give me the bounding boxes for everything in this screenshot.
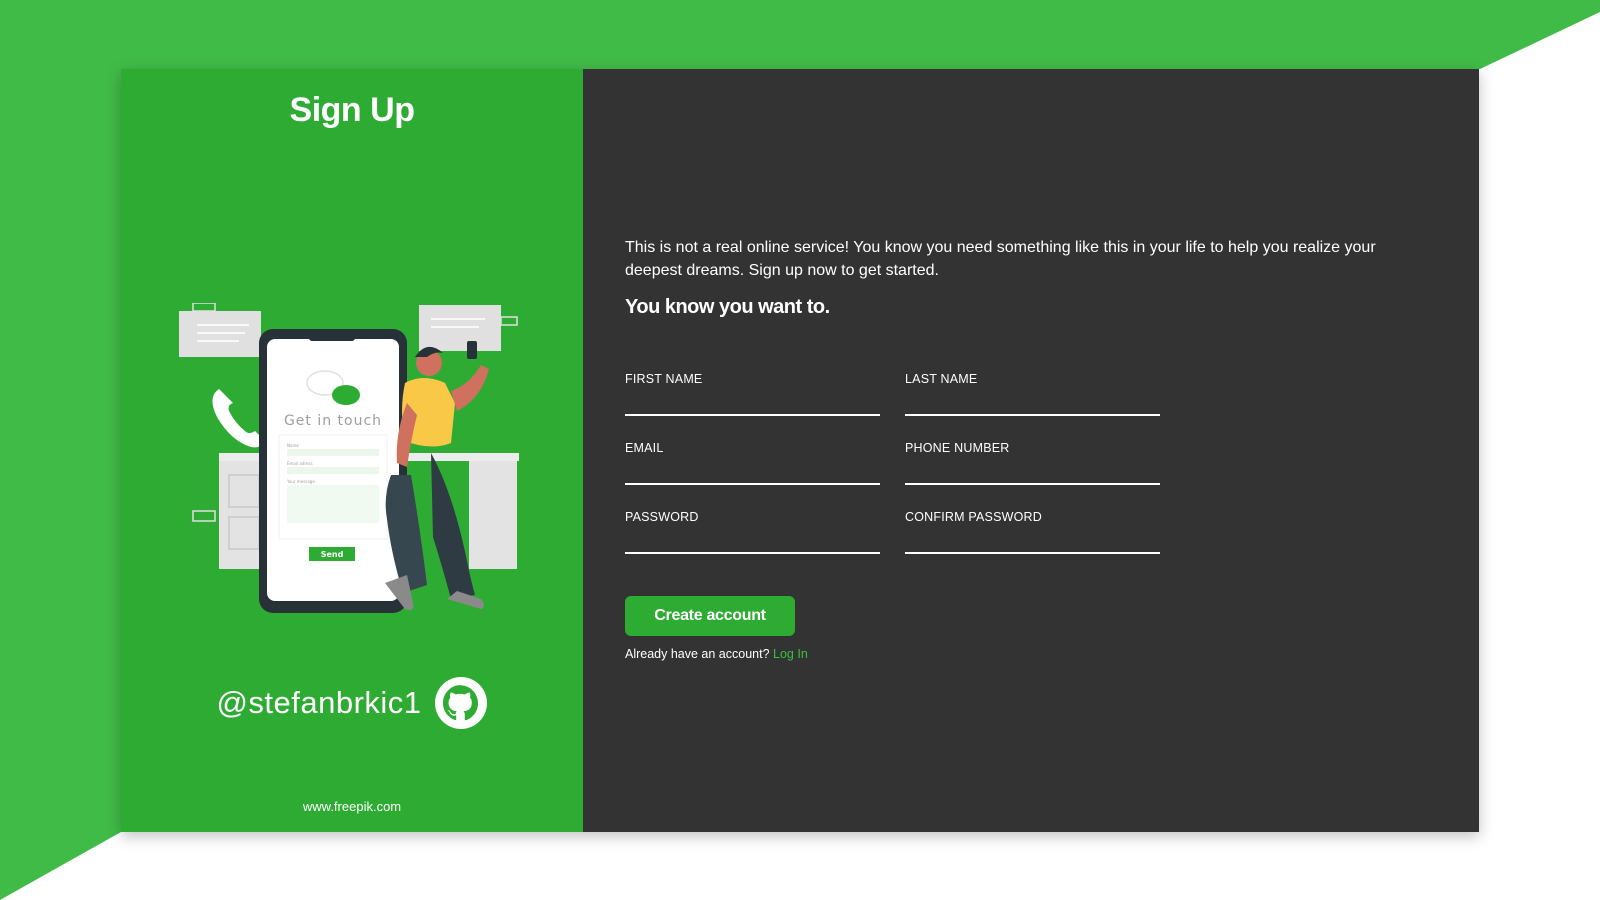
confirm-password-field: CONFIRM PASSWORD [905,510,1160,579]
github-handle[interactable]: @stefanbrkic1 [121,676,583,730]
github-icon[interactable] [434,676,488,730]
first-name-input[interactable] [625,392,880,416]
right-panel: This is not a real online service! You k… [583,69,1479,832]
create-account-button[interactable]: Create account [625,596,795,636]
signup-form: FIRST NAME LAST NAME EMAIL PHONE NUMBER … [625,372,1161,579]
email-label: EMAIL [625,441,664,455]
first-name-label: FIRST NAME [625,372,703,386]
password-field: PASSWORD [625,510,880,579]
github-username: @stefanbrkic1 [216,685,422,720]
illustration-field-message: Your message [286,479,315,484]
last-name-input[interactable] [905,392,1160,416]
phone-input[interactable] [905,461,1160,485]
contact-illustration: Get in touch Name Email adress Your mess… [179,303,519,613]
message-bubble-left [179,303,261,357]
phone-field: PHONE NUMBER [905,441,1160,510]
illustration-send-label: Send [321,550,344,559]
illustration-field-name: Name [287,443,299,448]
last-name-field: LAST NAME [905,372,1160,441]
intro-text: This is not a real online service! You k… [625,239,1376,279]
email-field: EMAIL [625,441,880,510]
illustration-heading: Get in touch [284,413,382,429]
illustration-field-email: Email adress [287,461,313,466]
left-panel: Sign Up Get in touch Name Email adress Y… [121,69,583,832]
confirm-password-input[interactable] [905,530,1160,554]
last-name-label: LAST NAME [905,372,978,386]
smartphone: Get in touch Name Email adress Your mess… [259,329,407,613]
confirm-password-label: CONFIRM PASSWORD [905,510,1042,524]
first-name-field: FIRST NAME [625,372,880,441]
login-prompt-text: Already have an account? [625,647,770,661]
password-label: PASSWORD [625,510,699,524]
image-credit: www.freepik.com [302,799,402,814]
phone-label: PHONE NUMBER [905,441,1010,455]
password-input[interactable] [625,530,880,554]
email-input[interactable] [625,461,880,485]
login-prompt: Already have an account? Log In [625,647,808,661]
signup-card: Sign Up Get in touch Name Email adress Y… [121,69,1479,832]
page-title: Sign Up [289,91,415,129]
phone-receiver-icon [212,389,265,448]
login-link[interactable]: Log In [773,647,808,661]
tagline: You know you want to. [625,296,830,318]
